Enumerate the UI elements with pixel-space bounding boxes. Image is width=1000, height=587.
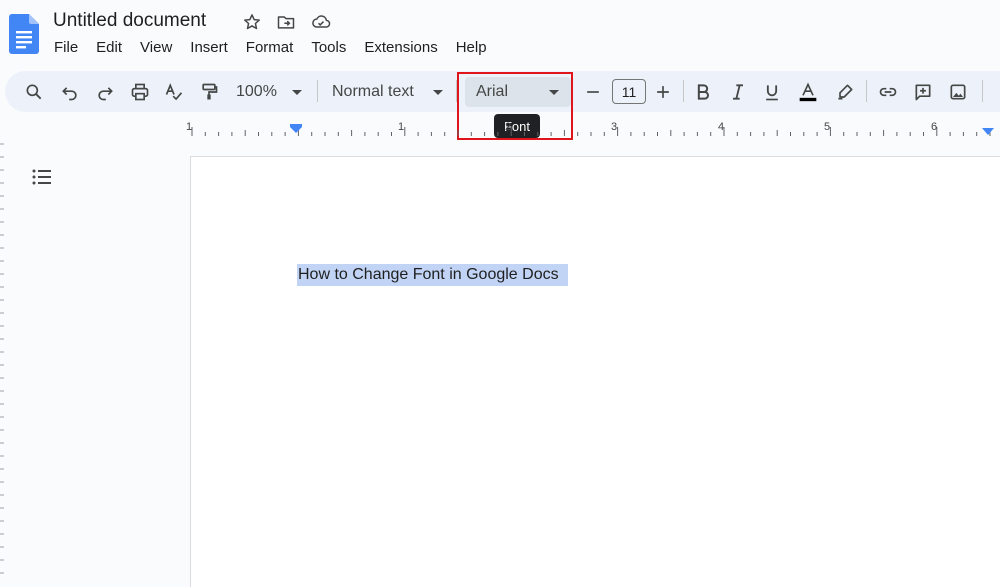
docs-logo-icon[interactable] (9, 14, 39, 54)
menu-bar: File Edit View Insert Format Tools Exten… (45, 38, 496, 58)
link-icon[interactable] (874, 78, 902, 106)
decrease-font-size-icon[interactable] (579, 78, 607, 106)
menu-edit[interactable]: Edit (87, 38, 131, 58)
document-title[interactable]: Untitled document (53, 10, 206, 32)
ruler-number: 6 (931, 121, 938, 133)
spellcheck-icon[interactable] (160, 78, 188, 106)
print-icon[interactable] (126, 78, 154, 106)
menu-tools[interactable]: Tools (302, 38, 355, 58)
add-comment-icon[interactable] (909, 78, 937, 106)
toolbar-divider (683, 80, 684, 102)
toolbar-divider (982, 80, 983, 102)
ruler-number: 4 (718, 121, 725, 133)
cloud-status-icon[interactable] (310, 11, 332, 33)
move-to-folder-icon[interactable] (275, 11, 297, 33)
zoom-select[interactable]: 100% (236, 82, 277, 102)
selected-text[interactable]: How to Change Font in Google Docs (297, 264, 568, 286)
style-select[interactable]: Normal text (332, 82, 414, 102)
menu-insert[interactable]: Insert (181, 38, 237, 58)
menu-extensions[interactable]: Extensions (355, 38, 446, 58)
font-size-input[interactable]: 11 (612, 79, 646, 104)
zoom-dropdown-icon[interactable] (292, 90, 302, 95)
text-color-icon[interactable] (794, 78, 822, 106)
search-icon[interactable] (20, 78, 48, 106)
italic-icon[interactable] (724, 78, 752, 106)
highlight-icon[interactable] (831, 78, 859, 106)
menu-help[interactable]: Help (447, 38, 496, 58)
ruler-number: 2 (505, 121, 512, 133)
document-page[interactable] (190, 156, 1000, 587)
ruler-number: 1 (186, 121, 193, 133)
menu-format[interactable]: Format (237, 38, 303, 58)
style-dropdown-icon[interactable] (433, 90, 443, 95)
paint-format-icon[interactable] (195, 78, 223, 106)
increase-font-size-icon[interactable] (649, 78, 677, 106)
outline-icon[interactable] (30, 165, 54, 189)
menu-view[interactable]: View (131, 38, 181, 58)
menu-file[interactable]: File (45, 38, 87, 58)
star-icon[interactable] (241, 11, 263, 33)
vertical-ruler[interactable] (0, 140, 6, 581)
horizontal-ruler[interactable]: 1 1 2 3 4 5 6 (186, 118, 1000, 138)
underline-icon[interactable] (758, 78, 786, 106)
toolbar-divider (866, 80, 867, 102)
redo-icon[interactable] (91, 78, 119, 106)
ruler-number: 3 (611, 121, 618, 133)
ruler-number: 1 (398, 121, 405, 133)
ruler-number: 5 (824, 121, 831, 133)
bold-icon[interactable] (689, 78, 717, 106)
toolbar-divider (317, 80, 318, 102)
undo-icon[interactable] (56, 78, 84, 106)
insert-image-icon[interactable] (944, 78, 972, 106)
